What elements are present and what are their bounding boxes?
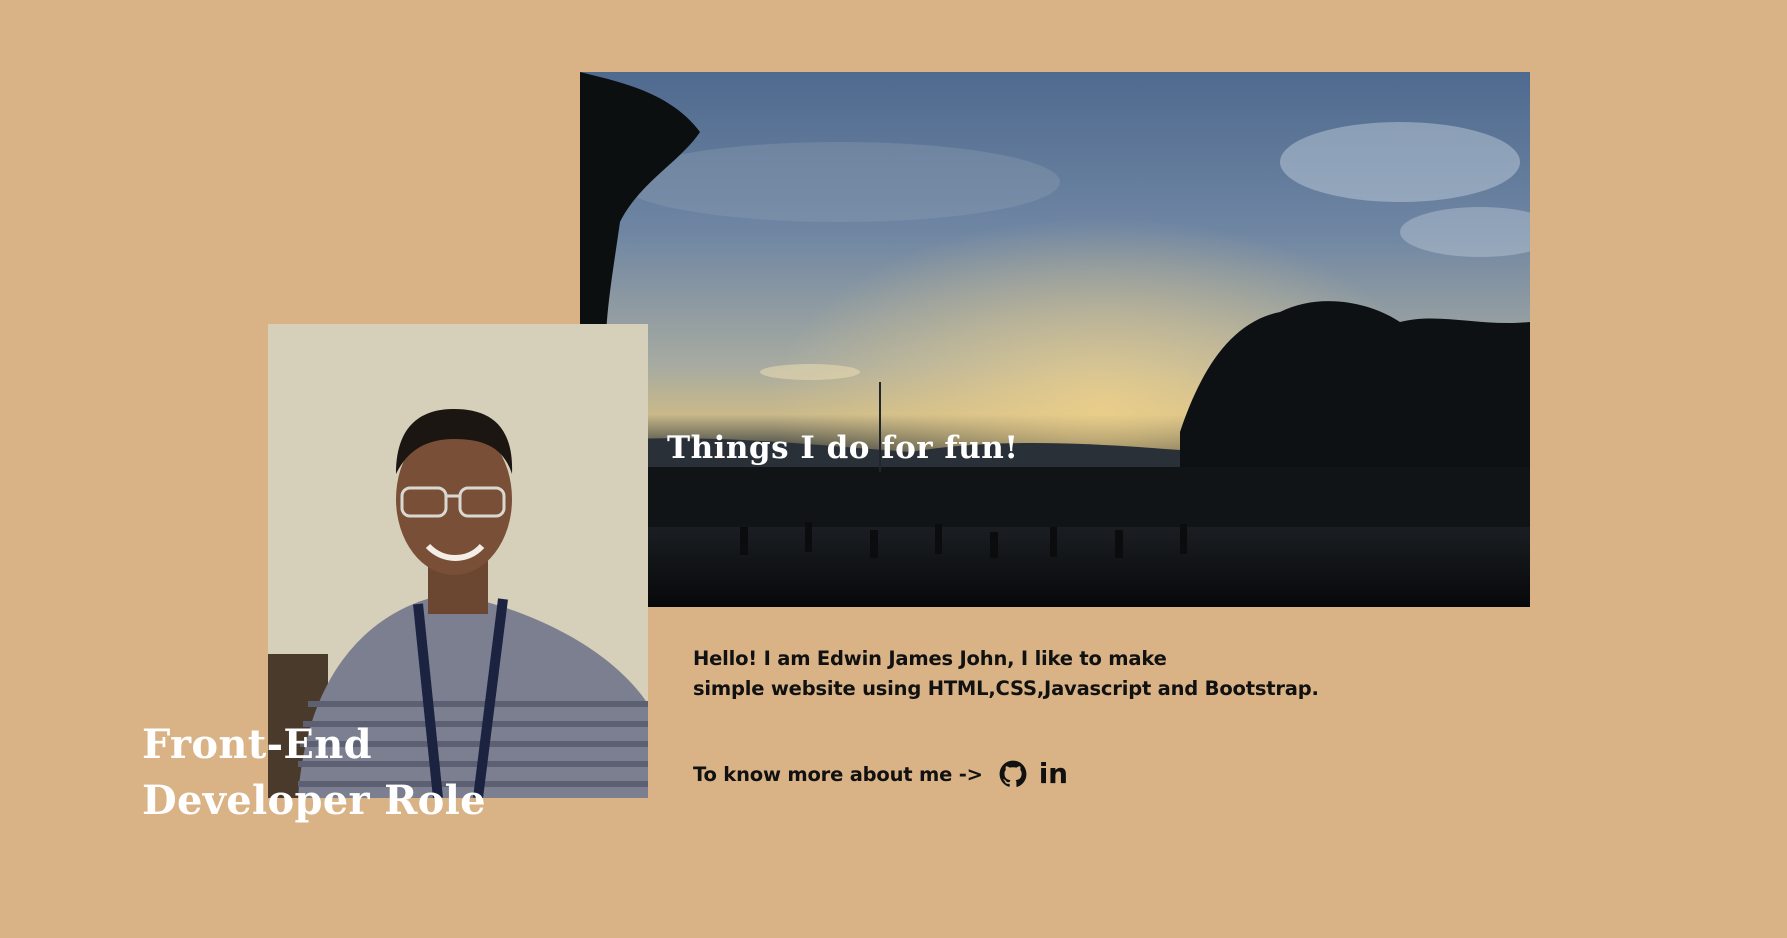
github-icon: [999, 760, 1027, 787]
social-links: To know more about me -> in: [693, 758, 1068, 790]
role-title-line2: Developer Role: [142, 777, 486, 824]
github-link[interactable]: [999, 760, 1039, 788]
linkedin-icon: in: [1038, 757, 1068, 790]
hero-photo: Things I do for fun!: [580, 72, 1530, 607]
hero-title: Things I do for fun!: [667, 430, 1019, 466]
landscape-sunset-photo: [580, 72, 1530, 607]
role-title-line1: Front-End: [142, 721, 372, 768]
intro-line1: Hello! I am Edwin James John, I like to …: [693, 647, 1167, 670]
intro-line2: simple website using HTML,CSS,Javascript…: [693, 677, 1319, 700]
role-title: Front-End Developer Role: [142, 717, 486, 829]
know-more-label: To know more about me ->: [693, 762, 983, 786]
intro-text: Hello! I am Edwin James John, I like to …: [693, 644, 1319, 704]
linkedin-link[interactable]: in: [1039, 760, 1068, 788]
